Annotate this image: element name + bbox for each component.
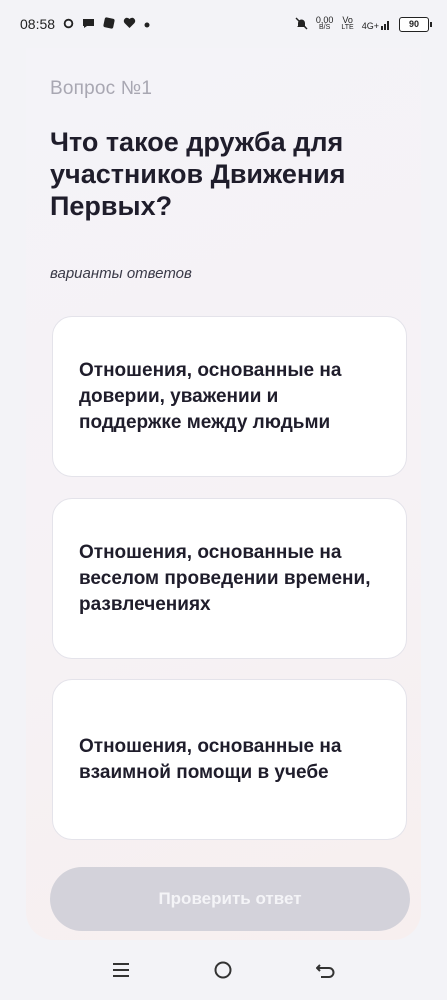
answers-label: варианты ответов [50,265,192,282]
quiz-card: Вопрос №1 Что такое дружба для участнико… [26,48,421,940]
system-navigation-bar [0,940,447,1000]
volte-top: Vo [342,15,353,25]
check-answer-button[interactable]: Проверить ответ [50,867,410,931]
app-icon [103,17,115,31]
answer-option-2[interactable]: Отношения, основанные на веселом проведе… [52,498,407,659]
chat-icon [82,18,95,31]
answer-option-3[interactable]: Отношения, основанные на взаимной помощи… [52,679,407,840]
volte-indicator: Vo LTE [341,16,353,32]
volte-bottom: LTE [341,24,354,31]
home-button[interactable] [203,950,243,990]
status-bar-left: 08:58 [20,16,150,32]
heart-icon [123,17,136,31]
more-notifications-dot-icon [144,18,150,30]
question-number: Вопрос №1 [50,78,153,99]
menu-icon [113,963,130,977]
back-button[interactable] [306,950,346,990]
signal-indicator: 4G+ [362,19,391,30]
back-icon [315,964,335,978]
menu-button[interactable] [101,950,141,990]
answer-option-text: Отношения, основанные на взаимной помощи… [79,735,342,783]
notification-icon [63,18,74,31]
battery-icon: 90 [399,16,432,32]
status-bar-right: 0,00 B/S Vo LTE 4G+ 90 [295,16,432,32]
clock: 08:58 [20,16,56,32]
network-speed: 0,00 B/S [316,16,334,32]
answer-option-1[interactable]: Отношения, основанные на доверии, уважен… [52,316,407,477]
network-speed-value: 0,00 [315,15,334,25]
battery-level: 90 [408,19,419,29]
signal-icon [381,20,389,30]
network-speed-unit: B/S [318,24,331,31]
answer-option-text: Отношения, основанные на веселом проведе… [79,541,371,615]
status-bar: 08:58 0,00 B/S Vo LTE 4G+ 90 [0,0,447,48]
answer-option-text: Отношения, основанные на доверии, уважен… [79,359,342,433]
question-title: Что такое дружба для участников Движения… [50,127,346,221]
network-type: 4G+ [361,20,379,31]
home-icon [214,961,232,979]
mute-icon [295,17,308,32]
